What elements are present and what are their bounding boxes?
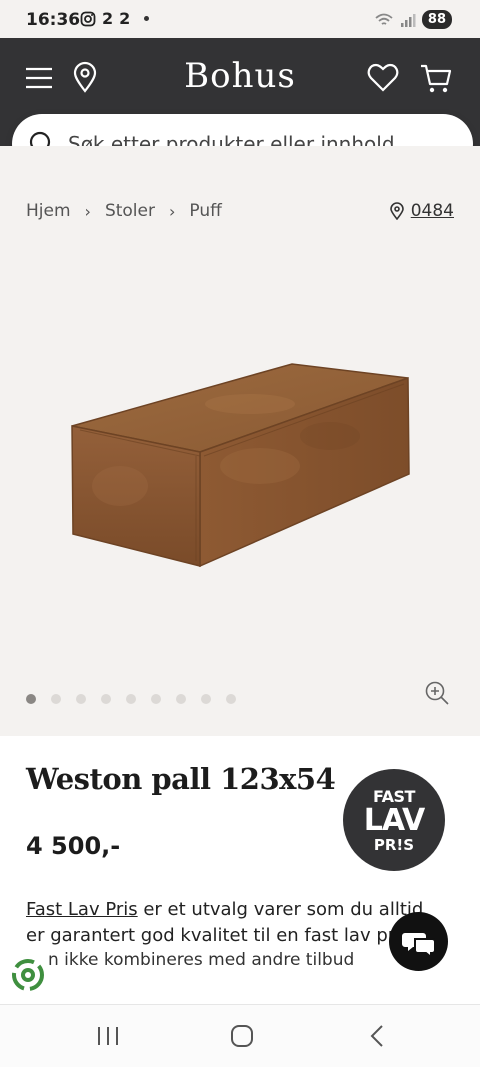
- offer-note: n ikke kombineres med andre tilbud: [26, 950, 354, 970]
- product-price: 4 500,-: [26, 832, 121, 860]
- home-button[interactable]: [229, 1023, 255, 1053]
- back-button[interactable]: [366, 1023, 390, 1053]
- fast-lav-pris-link[interactable]: Fast Lav Pris: [26, 899, 138, 920]
- recent-apps-icon: [98, 1027, 118, 1045]
- product-image-ottoman: [71, 363, 410, 568]
- recycle-icon: [12, 959, 44, 991]
- bohus-logo[interactable]: Bohus: [0, 56, 480, 96]
- breadcrumb-puff[interactable]: Puff: [189, 201, 221, 221]
- product-gallery[interactable]: Hjem › Stoler › Puff 0484: [0, 146, 480, 736]
- badge-line-3: PR!S: [373, 836, 415, 854]
- fast-lav-pris-badge: FAST LAV PR!S: [343, 769, 445, 871]
- heart-icon: [367, 63, 399, 92]
- home-icon: [231, 1025, 253, 1047]
- status-time: 16:36: [26, 10, 81, 30]
- chevron-right-icon: ›: [168, 201, 176, 221]
- offer-note-text: n ikke kombineres med andre tilbud: [48, 950, 355, 970]
- chat-bubbles-icon: [402, 933, 436, 960]
- badge-line-2: LAV: [363, 803, 426, 838]
- gallery-dot[interactable]: [26, 694, 36, 704]
- wifi-icon: [375, 13, 393, 25]
- cart-button[interactable]: [418, 60, 454, 96]
- instagram-icon: [80, 11, 96, 26]
- store-code[interactable]: 0484: [411, 201, 454, 221]
- battery-indicator: 88: [421, 10, 452, 29]
- product-title: Weston pall 123x54: [26, 762, 336, 796]
- gallery-dot[interactable]: [51, 694, 61, 704]
- zoom-in-icon: [425, 681, 449, 705]
- notification-glyph-2: 2: [119, 9, 131, 28]
- status-bar: 16:36 2 2 88: [0, 0, 480, 38]
- selected-store[interactable]: 0484: [389, 201, 454, 221]
- zoom-button[interactable]: [424, 680, 450, 710]
- shopping-cart-icon: [421, 64, 452, 93]
- gallery-pagination: [26, 694, 236, 704]
- status-notification-icons: 2 2: [80, 9, 150, 28]
- signal-icon: [400, 13, 416, 27]
- chat-button[interactable]: [389, 912, 448, 971]
- status-system-icons: 88: [374, 10, 452, 29]
- price-description: Fast Lav Pris er et utvalg varer som du …: [26, 897, 436, 949]
- gallery-dot[interactable]: [126, 694, 136, 704]
- recycle-badge[interactable]: [8, 955, 48, 995]
- gallery-dot[interactable]: [101, 694, 111, 704]
- gallery-dot[interactable]: [76, 694, 86, 704]
- breadcrumb-home[interactable]: Hjem: [26, 201, 71, 221]
- recent-apps-button[interactable]: [96, 1023, 120, 1053]
- location-pin-icon: [389, 202, 404, 220]
- chevron-right-icon: ›: [84, 201, 91, 221]
- gallery-dot[interactable]: [151, 694, 161, 704]
- more-notifications-dot: [144, 16, 150, 21]
- breadcrumb: Hjem › Stoler › Puff: [26, 201, 222, 221]
- gallery-dot[interactable]: [226, 694, 236, 704]
- wishlist-button[interactable]: [365, 60, 401, 96]
- gallery-dot[interactable]: [201, 694, 211, 704]
- gallery-dot[interactable]: [176, 694, 186, 704]
- back-icon: [370, 1025, 383, 1047]
- breadcrumb-stoler[interactable]: Stoler: [105, 201, 155, 221]
- notification-glyph-1: 2: [102, 9, 114, 28]
- system-navigation-bar: [0, 1004, 480, 1067]
